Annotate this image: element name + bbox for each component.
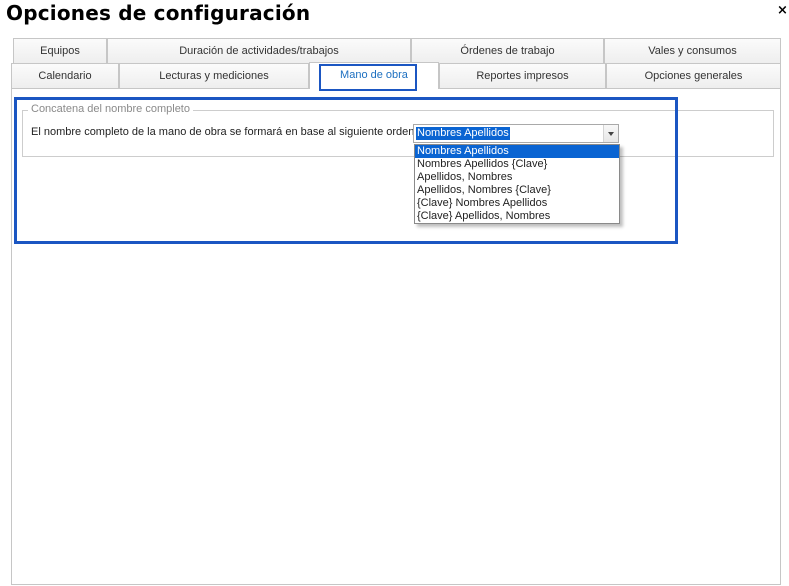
- tab-calendario[interactable]: Calendario: [11, 63, 119, 88]
- tab-ordenes-de-trabajo[interactable]: Órdenes de trabajo: [411, 38, 604, 63]
- combo-dropdown-button[interactable]: [603, 125, 618, 142]
- name-order-combo[interactable]: Nombres Apellidos: [413, 124, 619, 143]
- dropdown-option[interactable]: Nombres Apellidos: [415, 145, 619, 158]
- group-legend: Concatena del nombre completo: [28, 103, 193, 115]
- name-order-dropdown-list: Nombres Apellidos Nombres Apellidos {Cla…: [414, 144, 620, 224]
- tab-vales-y-consumos[interactable]: Vales y consumos: [604, 38, 781, 63]
- dropdown-option[interactable]: Apellidos, Nombres {Clave}: [415, 184, 619, 197]
- dropdown-option[interactable]: {Clave} Nombres Apellidos: [415, 197, 619, 210]
- tab-content-panel: [11, 88, 781, 585]
- combo-selected-value: Nombres Apellidos: [416, 127, 510, 140]
- window-title: Opciones de configuración: [6, 1, 311, 25]
- tab-mano-de-obra[interactable]: Mano de obra: [309, 62, 439, 89]
- tab-equipos[interactable]: Equipos: [13, 38, 107, 63]
- tab-lecturas-y-mediciones[interactable]: Lecturas y mediciones: [119, 63, 309, 88]
- close-icon[interactable]: ×: [777, 4, 789, 18]
- dropdown-option[interactable]: Nombres Apellidos {Clave}: [415, 158, 619, 171]
- tab-opciones-generales[interactable]: Opciones generales: [606, 63, 781, 88]
- tab-reportes-impresos[interactable]: Reportes impresos: [439, 63, 606, 88]
- name-order-label: El nombre completo de la mano de obra se…: [31, 126, 418, 138]
- dropdown-option[interactable]: {Clave} Apellidos, Nombres: [415, 210, 619, 223]
- tab-duracion-actividades[interactable]: Duración de actividades/trabajos: [107, 38, 411, 63]
- chevron-down-icon: [608, 132, 614, 136]
- dropdown-option[interactable]: Apellidos, Nombres: [415, 171, 619, 184]
